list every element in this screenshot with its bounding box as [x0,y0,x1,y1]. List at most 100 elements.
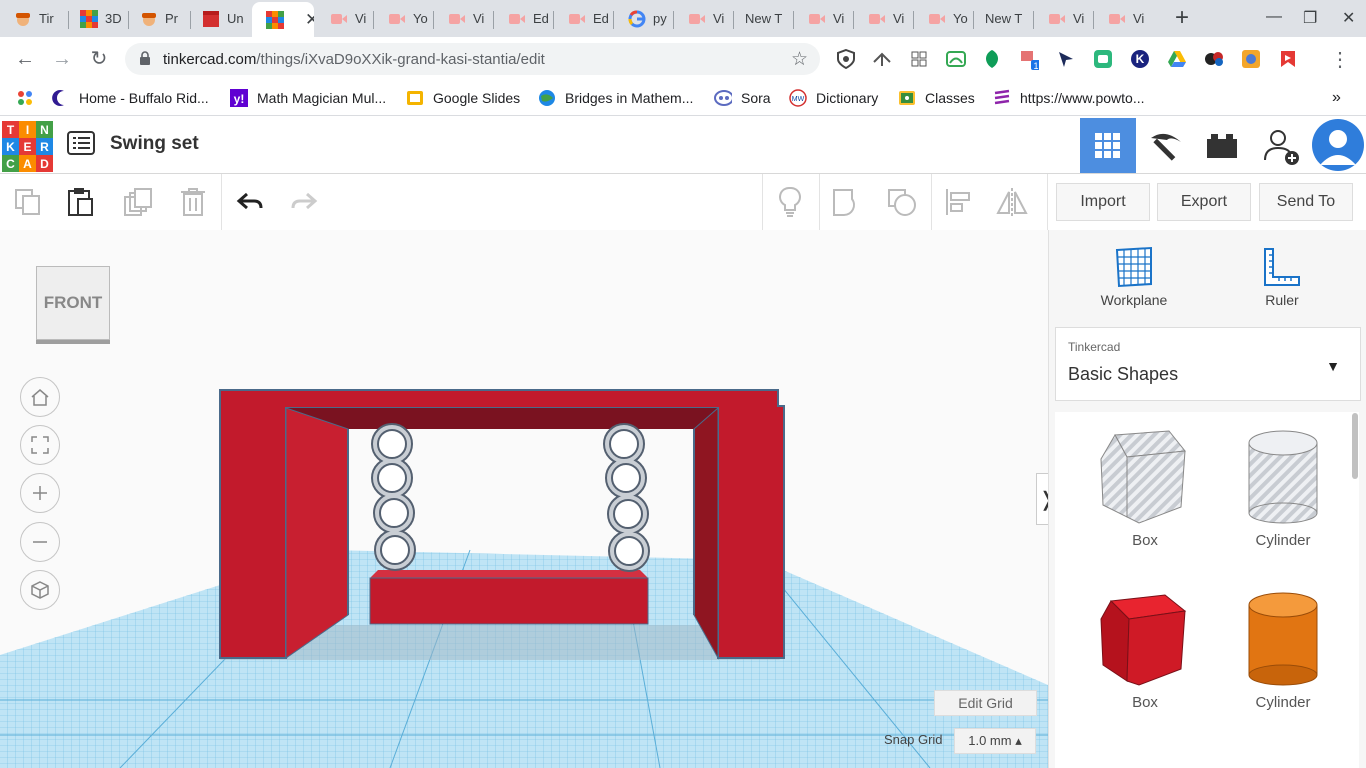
caret-down-icon: ▼ [1326,358,1340,374]
cylinder-hole-icon [1223,422,1343,532]
workplane-tool[interactable]: Workplane [1079,242,1189,308]
ungroup-icon[interactable] [884,184,920,220]
bookmarks-bar: Home - Buffalo Rid... y! Math Magician Mu… [0,81,1366,116]
forward-arrow-icon[interactable]: → [50,47,74,71]
bookmark-item[interactable]: https://www.powto... [993,89,1145,107]
browser-tab[interactable]: New T [734,4,792,33]
grid-extension-icon[interactable] [909,49,929,69]
duplicate-icon[interactable] [120,184,156,220]
orange-extension-icon[interactable] [1241,49,1261,69]
green-square-icon[interactable] [1093,49,1113,69]
bookmark-star-icon[interactable]: ☆ [791,48,808,71]
shield-icon[interactable] [836,49,856,69]
browser-tab[interactable]: Un [188,4,250,33]
user-avatar[interactable] [1312,119,1364,171]
fit-all-icon [31,436,49,454]
swing-set-model[interactable] [219,389,785,660]
bookmark-apps[interactable] [16,89,43,107]
browser-tab[interactable]: Vi [794,4,852,33]
bookmark-item[interactable]: Sora [714,89,771,107]
pointer-icon[interactable] [1056,49,1076,69]
add-user-button[interactable] [1253,118,1309,173]
undo-icon[interactable] [232,184,268,220]
design-title[interactable]: Swing set [110,133,199,155]
browser-tab[interactable]: Vi [1034,4,1092,33]
shape-library-dropdown[interactable]: Tinkercad Basic Shapes ▼ [1055,327,1361,401]
balls-icon[interactable] [1204,49,1224,69]
browser-tab[interactable]: New T [974,4,1032,33]
browser-tab[interactable]: 3D [66,4,128,33]
bookmark-item[interactable]: Home - Buffalo Rid... [52,89,209,107]
zoom-in-button[interactable] [20,473,60,513]
browser-tab[interactable]: Vi [854,4,912,33]
puzzle-badge-icon[interactable]: 1 [1019,49,1039,70]
more-menu-icon[interactable]: ⋮ [1330,47,1350,72]
bookmark-item[interactable]: y! Math Magician Mul... [230,89,386,107]
lightbulb-icon[interactable] [772,184,808,220]
bookmark-item[interactable]: MW Dictionary [789,89,878,107]
k-circle-icon[interactable]: K [1130,49,1150,69]
export-button[interactable]: Export [1157,183,1251,221]
mirror-icon[interactable] [994,184,1030,220]
bird-icon[interactable] [872,49,892,69]
edit-grid-button[interactable]: Edit Grid [934,690,1037,716]
redo-icon[interactable] [286,184,322,220]
browser-tab[interactable]: Ed [554,4,612,33]
red-bookmark-icon[interactable] [1278,49,1298,69]
bookmark-item[interactable]: Bridges in Mathem... [538,89,693,107]
apps-icon [16,89,34,107]
browser-tab[interactable]: Pr [126,4,192,33]
back-arrow-icon[interactable]: ← [13,47,37,71]
3d-design-view-button[interactable] [1080,118,1136,173]
group-icon[interactable] [828,184,864,220]
copy-icon[interactable] [10,184,46,220]
browser-tab[interactable]: Tir [0,4,66,33]
minimize-icon[interactable]: — [1266,8,1282,26]
snap-grid-select[interactable]: 1.0 mm ▴ [954,728,1036,754]
align-icon[interactable] [940,184,976,220]
bookmark-item[interactable]: Classes [898,89,975,107]
shape-cylinder[interactable]: Cylinder [1223,584,1343,711]
restore-icon[interactable]: ❐ [1303,8,1317,28]
bricks-view-button[interactable] [1194,118,1250,173]
screencast-icon[interactable] [946,49,966,69]
video-icon [868,10,886,28]
bookmark-item[interactable]: Google Slides [406,89,520,107]
paste-icon[interactable] [62,184,98,220]
close-tab-icon[interactable]: ✕ [305,10,314,30]
fit-view-button[interactable] [20,425,60,465]
ruler-tool[interactable]: Ruler [1227,242,1337,308]
browser-tab[interactable]: Yo [374,4,432,33]
browser-tab[interactable]: py [614,4,672,33]
projection-button[interactable] [20,570,60,610]
close-window-icon[interactable]: ✕ [1342,8,1355,28]
send-to-button[interactable]: Send To [1259,183,1353,221]
browser-tab-active[interactable]: ✕ [252,2,314,37]
browser-tab[interactable]: Yo [914,4,972,33]
browser-tab[interactable]: Ed [494,4,552,33]
shape-cylinder-hole[interactable]: Cylinder [1223,422,1343,549]
green-leaf-icon[interactable] [982,49,1002,69]
import-button[interactable]: Import [1056,183,1150,221]
bookmarks-overflow-icon[interactable]: » [1332,89,1341,107]
tinkercad-logo[interactable]: T I N K E R C A D [2,121,53,172]
address-bar[interactable]: tinkercad.com/things/iXvaD9oXXik-grand-k… [125,43,820,75]
view-cube[interactable]: FRONT [36,266,110,340]
browser-tab[interactable]: Vi [316,4,374,33]
3d-workplane-viewport[interactable]: FRONT Edit Grid Snap Grid 1.0 mm ▴ [0,230,1048,768]
home-view-button[interactable] [20,377,60,417]
drive-icon[interactable] [1167,49,1187,69]
reload-icon[interactable]: ↻ [87,47,111,71]
shape-box[interactable]: Box [1085,584,1205,711]
design-list-icon[interactable] [67,131,95,160]
zoom-out-button[interactable] [20,522,60,562]
library-name: Basic Shapes [1068,364,1179,384]
panel-scrollbar[interactable] [1352,413,1358,479]
new-tab-button[interactable]: + [1170,6,1194,30]
shape-box-hole[interactable]: Box [1085,422,1205,549]
pickaxe-view-button[interactable] [1138,118,1194,173]
browser-tab[interactable]: Vi [434,4,492,33]
browser-tab[interactable]: Vi [1094,4,1152,33]
browser-tab[interactable]: Vi [674,4,732,33]
trash-icon[interactable] [175,184,211,220]
